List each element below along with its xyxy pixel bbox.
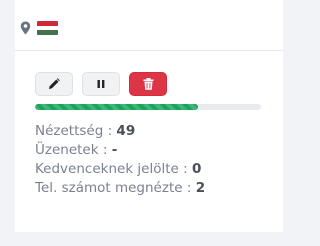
map-pin-icon bbox=[20, 21, 31, 35]
listing-card: Nézettség : 49 Üzenetek : - Kedvenceknek… bbox=[15, 0, 283, 232]
pause-button[interactable] bbox=[82, 72, 120, 96]
trash-icon bbox=[143, 78, 153, 90]
delete-button[interactable] bbox=[129, 72, 167, 96]
hungary-flag-icon bbox=[37, 21, 58, 35]
action-buttons bbox=[35, 72, 176, 96]
stat-messages: Üzenetek : - bbox=[35, 142, 118, 158]
progress-bar bbox=[35, 104, 261, 110]
pause-icon bbox=[97, 80, 105, 88]
location-row bbox=[20, 20, 58, 36]
stat-views: Nézettség : 49 bbox=[35, 123, 136, 139]
divider bbox=[15, 50, 283, 51]
progress-fill bbox=[35, 104, 198, 110]
pencil-icon bbox=[49, 78, 60, 89]
stat-favorites: Kedvenceknek jelölte : 0 bbox=[35, 161, 202, 177]
edit-button[interactable] bbox=[35, 72, 73, 96]
stats-list: Nézettség : 49 Üzenetek : - Kedvenceknek… bbox=[35, 122, 205, 198]
stat-phone-views: Tel. számot megnézte : 2 bbox=[35, 180, 206, 196]
